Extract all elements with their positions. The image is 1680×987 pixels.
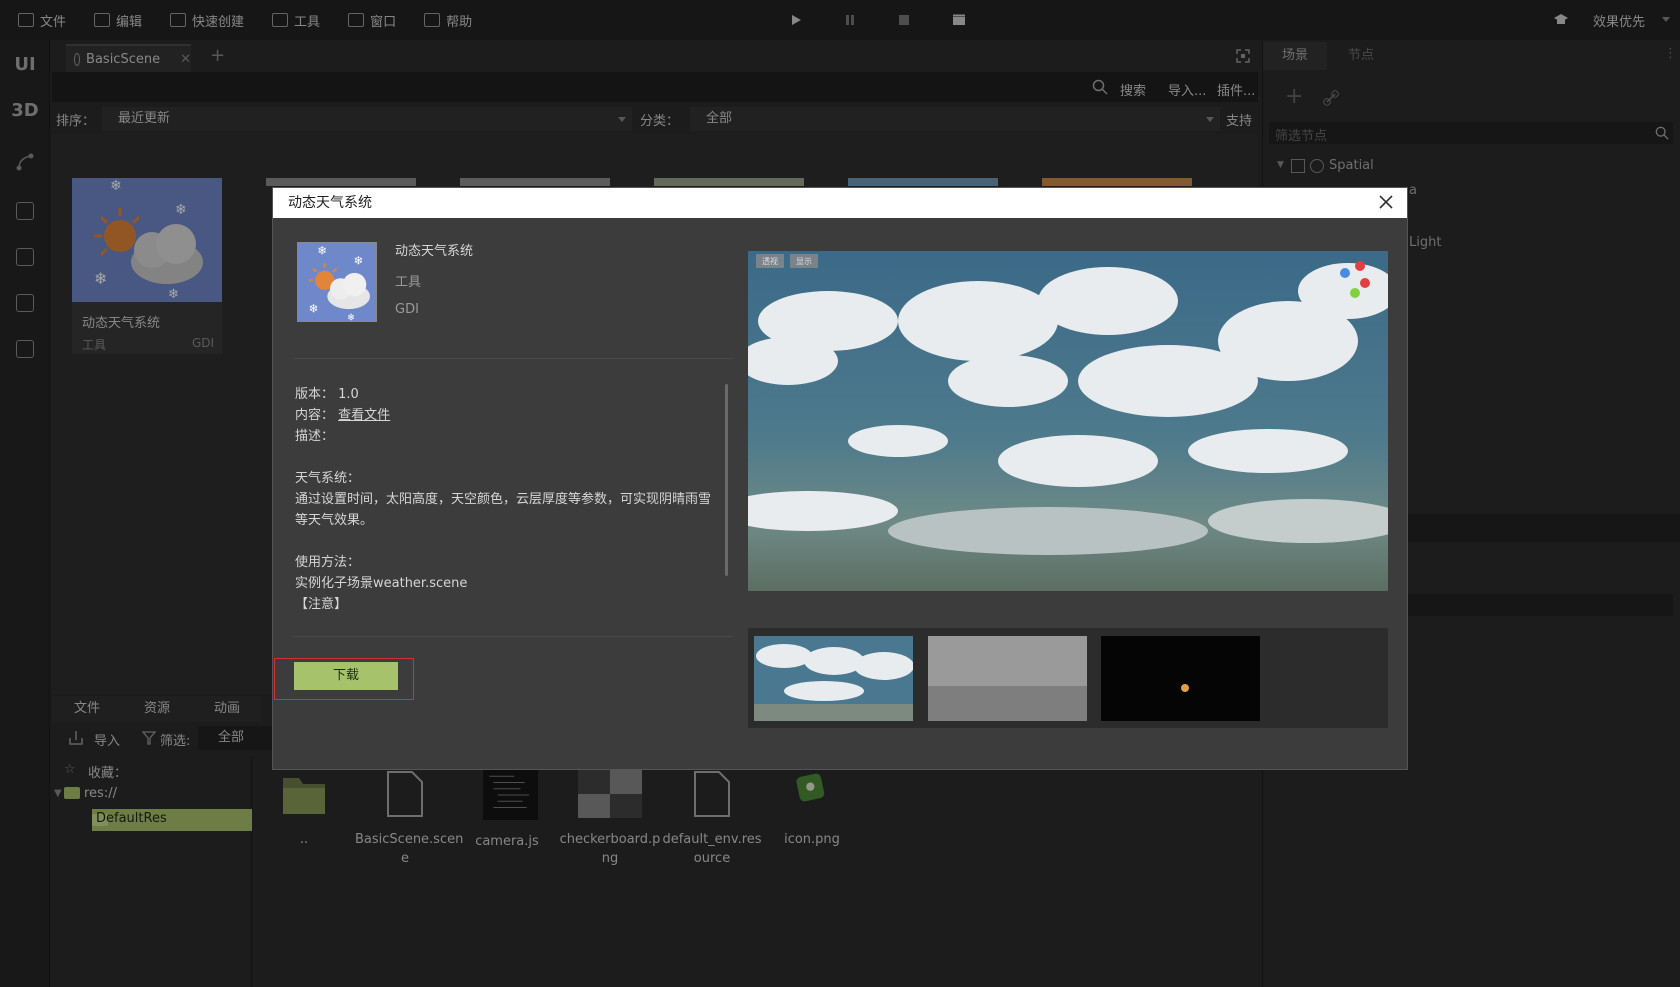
- content-row: 内容： 查看文件: [295, 404, 390, 423]
- desc-heading: 天气系统：: [295, 471, 361, 486]
- asset-name: 动态天气系统: [395, 244, 474, 259]
- asset-category: 工具: [395, 275, 422, 290]
- preview-chip-perspective: 透视: [762, 256, 778, 266]
- divider: [293, 358, 733, 359]
- preview-chip-display: 显示: [796, 257, 812, 266]
- preview-thumb-3[interactable]: [1101, 636, 1260, 721]
- dialog-header: 动态天气系统: [273, 188, 1407, 218]
- close-icon[interactable]: [1377, 193, 1395, 211]
- divider: [293, 636, 733, 637]
- version-value: 1.0: [338, 387, 359, 402]
- asset-icon: ❄ ❄ ❄ ❄: [297, 242, 377, 322]
- version-label: 版本：: [295, 387, 335, 402]
- svg-text:❄: ❄: [347, 312, 355, 322]
- svg-text:❄: ❄: [317, 244, 327, 258]
- usage-line: 实例化子场景weather.scene: [295, 576, 468, 591]
- download-button[interactable]: 下载: [294, 662, 398, 690]
- download-highlight: 下载: [274, 658, 414, 700]
- svg-text:❄: ❄: [309, 301, 319, 315]
- preview-thumb-2[interactable]: [928, 636, 1087, 721]
- usage-heading: 使用方法：: [295, 555, 361, 570]
- desc-line-1: 通过设置时间，太阳高度，天空颜色，云层厚度等参数，可实现阴晴雨雪: [295, 492, 712, 507]
- note-line: 【注意】: [295, 597, 348, 612]
- desc-line-2: 等天气效果。: [295, 513, 374, 528]
- version-row: 版本： 1.0: [295, 383, 359, 402]
- dialog-title: 动态天气系统: [288, 195, 372, 211]
- view-files-link[interactable]: 查看文件: [338, 408, 390, 423]
- content-label: 内容：: [295, 408, 335, 423]
- preview-image: 透视 显示: [748, 251, 1388, 591]
- svg-text:❄: ❄: [353, 253, 363, 267]
- asset-detail-dialog: 动态天气系统 ❄ ❄ ❄ ❄ 动态天气系统 工具 GDI 版本： 1.0 内容：…: [272, 187, 1408, 770]
- preview-thumb-1[interactable]: [754, 636, 913, 721]
- description-scrollbar[interactable]: [725, 384, 728, 576]
- asset-author: GDI: [395, 302, 419, 317]
- desc-label: 描述：: [295, 429, 335, 444]
- preview-thumbnail-strip: [748, 628, 1388, 728]
